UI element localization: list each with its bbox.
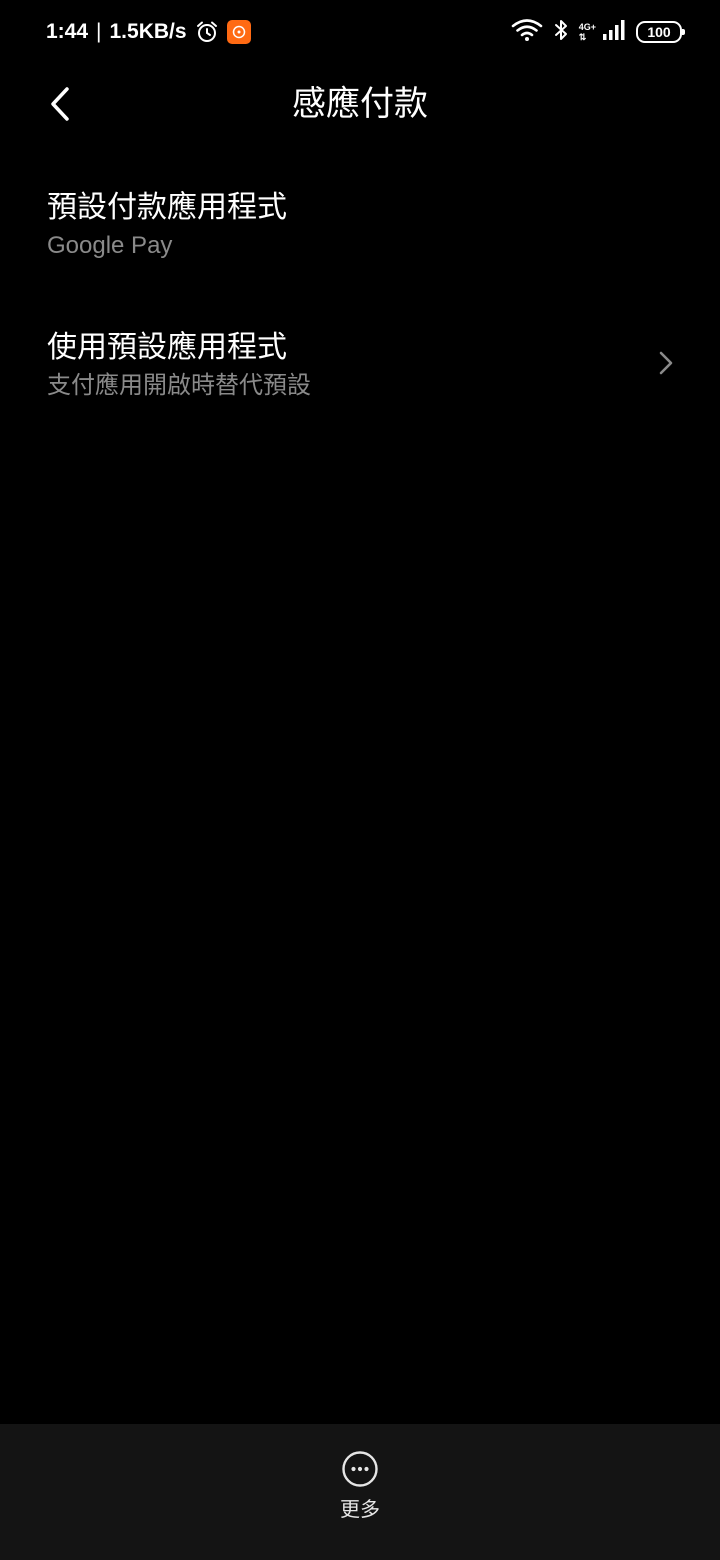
app-notification-icon: [226, 20, 251, 44]
data-activity-icon: ⇅: [578, 32, 587, 42]
settings-item-subtitle: Google Pay: [47, 232, 173, 259]
status-bar: 1:44 | 1.5KB/s 4G+ ⇅ 100: [0, 0, 720, 64]
signal-icon: [602, 19, 626, 45]
network-speed: 1.5KB/s: [109, 20, 187, 43]
battery-level: 100: [647, 24, 671, 40]
more-button[interactable]: 更多: [310, 1450, 410, 1540]
bluetooth-icon: [553, 18, 569, 46]
status-right: 4G+ ⇅ 100: [511, 18, 685, 46]
status-time: 1:44: [46, 20, 89, 43]
settings-item-use-default-app[interactable]: 使用預設應用程式 支付應用開啟時替代預設: [0, 308, 720, 446]
settings-item-title: 預設付款應用程式: [47, 190, 287, 225]
wifi-icon: [511, 18, 543, 46]
header: 感應付款: [0, 64, 720, 144]
more-options-icon: [341, 1450, 379, 1488]
settings-item-default-payment-app[interactable]: 預設付款應用程式 Google Pay: [0, 170, 720, 272]
chevron-right-icon: [654, 348, 678, 378]
status-separator: |: [96, 20, 102, 43]
network-type: 4G+ ⇅: [579, 22, 596, 42]
battery-icon: 100: [636, 21, 685, 43]
more-label: 更多: [340, 1497, 380, 1521]
alarm-icon: [195, 20, 219, 44]
settings-item-subtitle: 支付應用開啟時替代預設: [47, 372, 311, 399]
bottom-bar: 更多: [0, 1424, 720, 1560]
settings-list: 預設付款應用程式 Google Pay 使用預設應用程式 支付應用開啟時替代預設: [0, 170, 720, 446]
status-left: 1:44 | 1.5KB/s: [46, 17, 251, 47]
page-title: 感應付款: [292, 84, 428, 124]
network-type-label: 4G+: [578, 22, 596, 32]
settings-item-title: 使用預設應用程式: [47, 330, 287, 365]
